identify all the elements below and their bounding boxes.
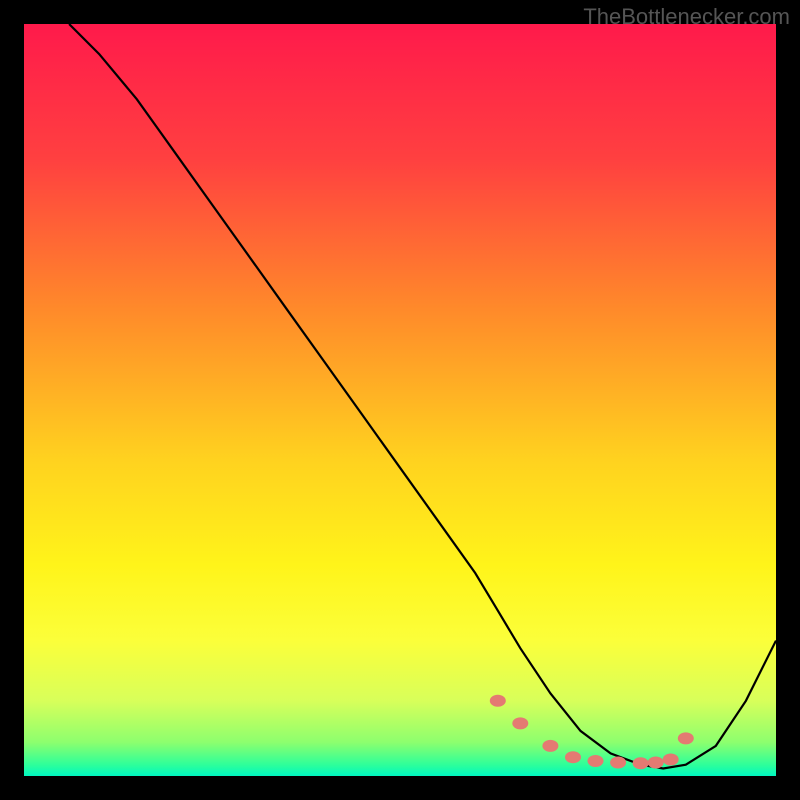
highlight-marker [610,757,626,769]
highlight-marker [633,757,649,769]
highlight-marker [648,757,664,769]
highlight-marker [678,732,694,744]
gradient-background [24,24,776,776]
highlight-marker [542,740,558,752]
chart-svg [24,24,776,776]
watermark-text: TheBottlenecker.com [583,4,790,30]
highlight-marker [663,754,679,766]
highlight-marker [565,751,581,763]
highlight-marker [512,717,528,729]
highlight-marker [490,695,506,707]
chart-plot-area [24,24,776,776]
highlight-marker [588,755,604,767]
